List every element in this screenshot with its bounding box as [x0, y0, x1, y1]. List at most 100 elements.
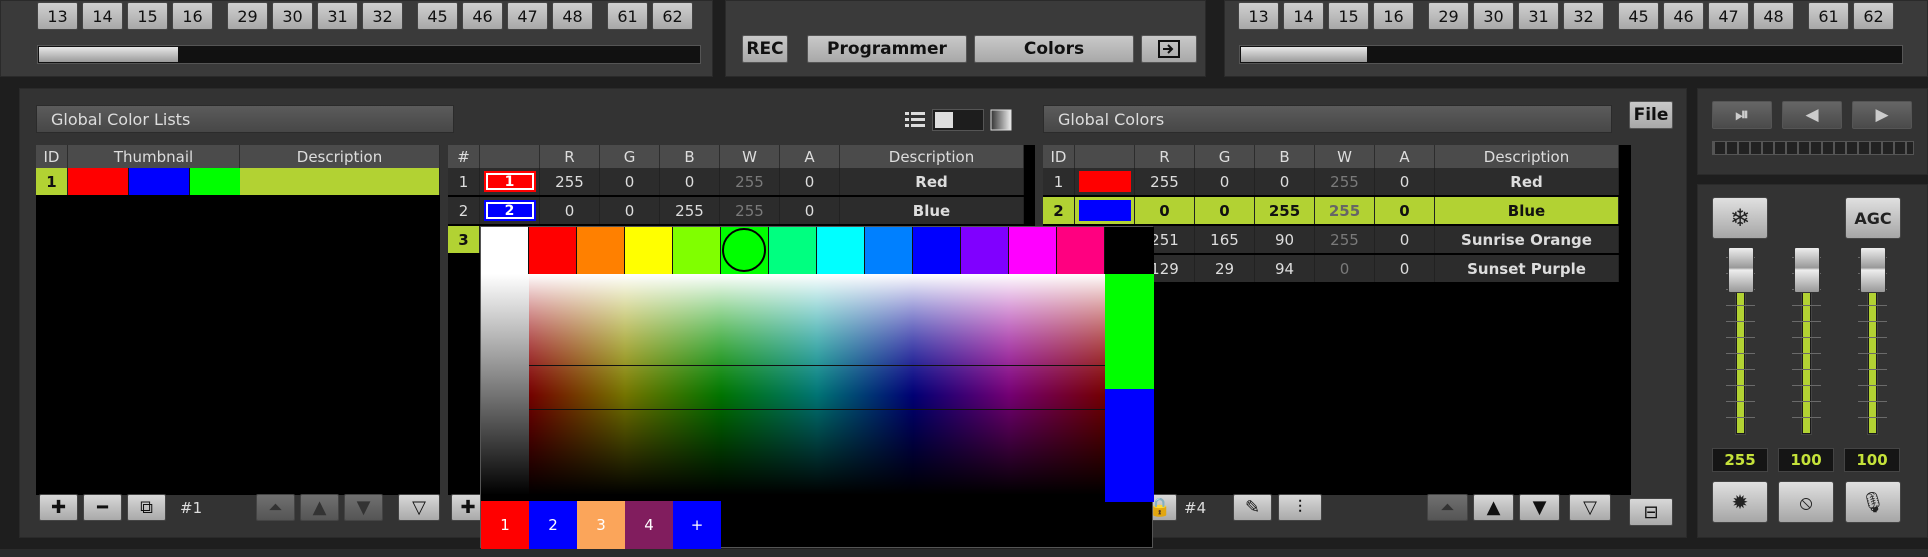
- global_colors-row-a[interactable]: 0: [1375, 226, 1435, 253]
- gradient-view-icon[interactable]: [990, 109, 1012, 131]
- global_colors-row-id[interactable]: 1: [1043, 168, 1075, 195]
- global_colors-row-b[interactable]: 90: [1255, 226, 1315, 253]
- previous-button[interactable]: ◀: [1782, 101, 1842, 129]
- fader-knob[interactable]: [1728, 247, 1754, 293]
- color-chip[interactable]: +: [673, 501, 721, 549]
- global_colors-row-a[interactable]: 0: [1375, 197, 1435, 224]
- global-move-down-button[interactable]: ▼: [1519, 494, 1560, 521]
- list_colors-row-a[interactable]: 0: [780, 197, 840, 224]
- color-chip[interactable]: 3: [577, 501, 625, 549]
- top_left-button-29[interactable]: 29: [227, 2, 268, 30]
- color-chip[interactable]: 4: [625, 501, 673, 549]
- preset-swatch[interactable]: [1057, 227, 1105, 274]
- top_right-button-29[interactable]: 29: [1428, 2, 1469, 30]
- colors-button[interactable]: Colors: [974, 35, 1134, 63]
- list_colors-row-b[interactable]: 255: [660, 197, 720, 224]
- timeline-strip[interactable]: [1712, 141, 1914, 155]
- top_left-button-48[interactable]: 48: [552, 2, 593, 30]
- toggle-switch[interactable]: [932, 109, 984, 131]
- mute-button[interactable]: ⦸: [1778, 481, 1834, 523]
- top_left-button-13[interactable]: 13: [37, 2, 78, 30]
- layout-button[interactable]: ⊟: [1629, 498, 1673, 526]
- preset-swatch[interactable]: [673, 227, 721, 274]
- preset-swatch[interactable]: [625, 227, 673, 274]
- freeze-button[interactable]: ❄: [1712, 197, 1768, 239]
- global_colors-row-g[interactable]: 0: [1195, 168, 1255, 195]
- move-top-button[interactable]: ⏶: [256, 494, 295, 521]
- duplicate-list-button[interactable]: ⧉: [127, 494, 166, 521]
- edit-color-button[interactable]: ✎: [1233, 494, 1272, 521]
- preset-swatch[interactable]: [913, 227, 961, 274]
- top_right-button-15[interactable]: 15: [1328, 2, 1369, 30]
- global_colors-row-r[interactable]: 255: [1135, 168, 1195, 195]
- global_colors-row-description[interactable]: Sunset Purple: [1435, 255, 1619, 282]
- color-chip[interactable]: 2: [529, 501, 577, 549]
- list-row-id[interactable]: 1: [36, 168, 68, 195]
- global-move-up-button[interactable]: ▲: [1473, 494, 1514, 521]
- top_left-button-31[interactable]: 31: [317, 2, 358, 30]
- preset-swatch[interactable]: [769, 227, 817, 274]
- global-filter-button[interactable]: ▽: [1569, 494, 1611, 521]
- global_colors-row-b[interactable]: 0: [1255, 168, 1315, 195]
- brightness-strip[interactable]: [481, 274, 529, 495]
- list_colors-row-swatch[interactable]: 1: [480, 168, 540, 195]
- top_left-button-16[interactable]: 16: [172, 2, 213, 30]
- color-chip[interactable]: 1: [481, 501, 529, 549]
- top-left-scrollbar[interactable]: [37, 45, 701, 64]
- global_colors-row-description[interactable]: Red: [1435, 168, 1619, 195]
- list_colors-row-r[interactable]: 255: [540, 168, 600, 195]
- add-list-button[interactable]: ✚: [39, 494, 78, 521]
- thumbnail-swatch[interactable]: [68, 168, 129, 195]
- list_colors-row-b[interactable]: 0: [660, 168, 720, 195]
- list_colors-row-swatch[interactable]: 2: [480, 197, 540, 224]
- global_colors-row-b[interactable]: 255: [1255, 197, 1315, 224]
- top-left-scrollbar-thumb[interactable]: [39, 47, 179, 62]
- list_colors-row-w[interactable]: 255: [720, 197, 780, 224]
- mic-off-button[interactable]: 🎙: [1845, 481, 1901, 523]
- top_left-button-61[interactable]: 61: [607, 2, 648, 30]
- list_colors-row-w[interactable]: 255: [720, 168, 780, 195]
- blackout-button[interactable]: ✹: [1712, 481, 1768, 523]
- remove-list-button[interactable]: ━: [83, 494, 122, 521]
- global_colors-row-swatch[interactable]: [1075, 197, 1135, 224]
- top_left-button-47[interactable]: 47: [507, 2, 548, 30]
- global_colors-row-w[interactable]: 255: [1315, 226, 1375, 253]
- next-button[interactable]: ▶: [1852, 101, 1912, 129]
- list_colors-row-id[interactable]: 3: [448, 226, 480, 253]
- top_right-button-14[interactable]: 14: [1283, 2, 1324, 30]
- global_colors-row-g[interactable]: 0: [1195, 197, 1255, 224]
- top-right-scrollbar-thumb[interactable]: [1241, 47, 1367, 62]
- top_left-button-32[interactable]: 32: [362, 2, 403, 30]
- move-up-button[interactable]: ▲: [300, 494, 339, 521]
- global-move-top-button[interactable]: ⏶: [1427, 494, 1468, 521]
- color-settings-button[interactable]: ⫶: [1278, 494, 1322, 521]
- filter-lists-button[interactable]: ▽: [398, 494, 440, 521]
- top_right-button-45[interactable]: 45: [1618, 2, 1659, 30]
- global_colors-row-a[interactable]: 0: [1375, 168, 1435, 195]
- top_left-button-46[interactable]: 46: [462, 2, 503, 30]
- list_colors-row-r[interactable]: 0: [540, 197, 600, 224]
- play-pause-button[interactable]: ⏯: [1712, 101, 1772, 129]
- global_colors-row-a[interactable]: 0: [1375, 255, 1435, 282]
- fader-knob[interactable]: [1794, 247, 1820, 293]
- top_right-button-48[interactable]: 48: [1753, 2, 1794, 30]
- global_colors-row-description[interactable]: Sunrise Orange: [1435, 226, 1619, 253]
- top_right-button-61[interactable]: 61: [1808, 2, 1849, 30]
- global_colors-row-swatch[interactable]: [1075, 168, 1135, 195]
- top_left-button-45[interactable]: 45: [417, 2, 458, 30]
- fader-knob[interactable]: [1860, 247, 1886, 293]
- top_right-button-62[interactable]: 62: [1853, 2, 1894, 30]
- global_colors-row-description[interactable]: Blue: [1435, 197, 1619, 224]
- rec-button[interactable]: REC: [742, 35, 788, 63]
- list_colors-row-a[interactable]: 0: [780, 168, 840, 195]
- top_right-button-30[interactable]: 30: [1473, 2, 1514, 30]
- list_colors-row-description[interactable]: Red: [840, 168, 1024, 195]
- list-view-icon[interactable]: [904, 110, 926, 130]
- global_colors-row-r[interactable]: 0: [1135, 197, 1195, 224]
- list-row-description[interactable]: [240, 168, 440, 195]
- export-icon-button[interactable]: [1141, 35, 1197, 63]
- thumbnail-swatch[interactable]: [129, 168, 190, 195]
- top_right-button-13[interactable]: 13: [1238, 2, 1279, 30]
- list_colors-row-g[interactable]: 0: [600, 168, 660, 195]
- top_left-button-14[interactable]: 14: [82, 2, 123, 30]
